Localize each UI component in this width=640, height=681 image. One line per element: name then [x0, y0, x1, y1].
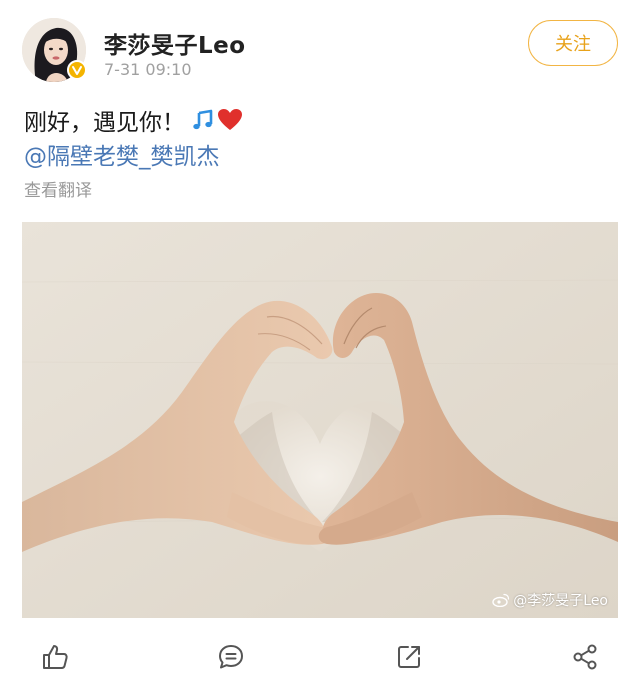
watermark-text: @李莎旻子Leo: [513, 593, 608, 609]
username[interactable]: 李莎旻子Leo: [104, 26, 246, 60]
repost-icon[interactable]: [394, 642, 424, 672]
translate-link[interactable]: 查看翻译: [24, 178, 92, 204]
action-bar: [0, 630, 640, 681]
post-image[interactable]: @李莎旻子Leo: [22, 222, 618, 618]
red-heart-icon: [217, 108, 243, 132]
post-timestamp: 7-31 09:10: [104, 60, 192, 79]
mention-link[interactable]: @隔壁老樊_樊凯杰: [24, 140, 220, 174]
music-note-icon: [191, 108, 215, 132]
post-header: 李莎旻子Leo 7-31 09:10 关注: [0, 0, 640, 95]
post-text: 刚好，遇见你！: [24, 103, 243, 137]
weibo-logo-icon: [492, 593, 510, 607]
share-icon[interactable]: [570, 642, 600, 672]
comment-icon[interactable]: [216, 642, 246, 672]
image-watermark: @李莎旻子Leo: [492, 590, 608, 610]
follow-button[interactable]: 关注: [528, 20, 618, 66]
like-icon[interactable]: [40, 642, 70, 672]
verified-badge-icon: [67, 60, 87, 80]
heart-hands-photo-icon: [22, 222, 618, 618]
post-text-content: 刚好，遇见你！: [24, 110, 185, 136]
avatar[interactable]: [22, 18, 87, 82]
